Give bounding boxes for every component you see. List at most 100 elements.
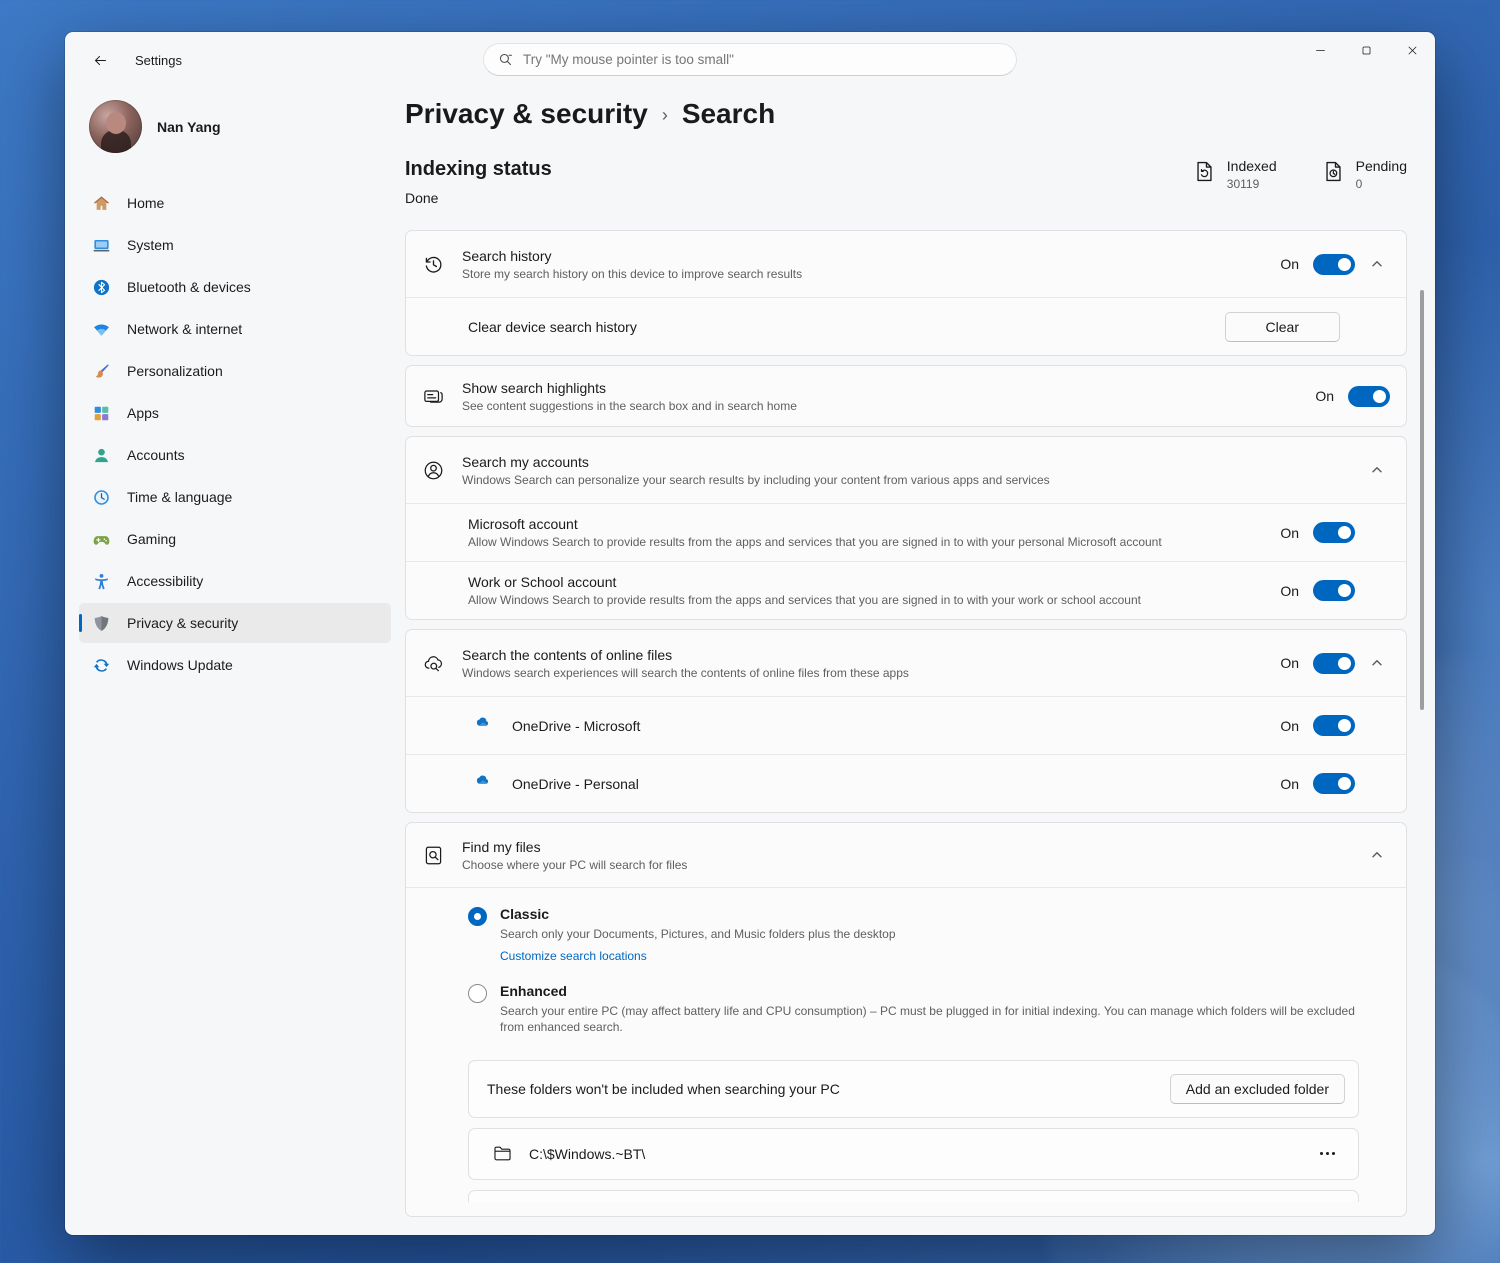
search-history-card: Search history Store my search history o…: [405, 230, 1407, 356]
excluded-folder-row: C:\$Windows.~BT\: [468, 1127, 1359, 1180]
online-files-row[interactable]: Search the contents of online files Wind…: [406, 630, 1406, 696]
microsoft-account-row: Microsoft account Allow Windows Search t…: [406, 503, 1406, 561]
search-highlights-row: Show search highlights See content sugge…: [406, 366, 1406, 426]
chevron-up-icon: [1371, 657, 1383, 669]
search-accounts-collapse-button[interactable]: [1364, 457, 1390, 483]
window-controls: [1297, 32, 1435, 68]
enhanced-radio[interactable]: [468, 984, 487, 1004]
settings-search-input[interactable]: [523, 52, 1003, 67]
close-icon: [1406, 44, 1419, 57]
home-icon: [92, 194, 111, 213]
clear-history-row: Clear device search history Clear: [406, 297, 1406, 355]
maximize-icon: [1360, 44, 1373, 57]
settings-window: Settings Nan Yang Home: [65, 32, 1435, 1235]
find-my-files-card: Find my files Choose where your PC will …: [405, 822, 1407, 1217]
bluetooth-icon: [92, 278, 111, 297]
windows-update-icon: [92, 656, 111, 675]
sidebar-item-time-language[interactable]: Time & language: [79, 477, 391, 517]
onedrive-personal-row: OneDrive - Personal On: [406, 754, 1406, 812]
sidebar-item-accounts[interactable]: Accounts: [79, 435, 391, 475]
sidebar-nav: Home System Bluetooth & devices Network …: [65, 183, 405, 685]
search-highlights-toggle[interactable]: [1348, 385, 1390, 407]
search-my-accounts-card: Search my accounts Windows Search can pe…: [405, 436, 1407, 620]
find-my-files-row[interactable]: Find my files Choose where your PC will …: [406, 823, 1406, 887]
online-files-collapse-button[interactable]: [1364, 650, 1390, 676]
minimize-icon: [1314, 44, 1327, 57]
breadcrumb-parent[interactable]: Privacy & security: [405, 98, 648, 130]
classic-option[interactable]: Classic Search only your Documents, Pict…: [468, 906, 1390, 965]
customize-search-locations-link[interactable]: Customize search locations: [500, 949, 647, 963]
breadcrumb: Privacy & security › Search: [405, 98, 1407, 130]
chevron-up-icon: [1371, 464, 1383, 476]
classic-radio[interactable]: [468, 907, 487, 926]
indexing-status-title: Indexing status: [405, 158, 552, 180]
search-history-icon: [422, 253, 445, 276]
search-history-row[interactable]: Search history Store my search history o…: [406, 231, 1406, 297]
scrollbar[interactable]: [1420, 290, 1424, 710]
sidebar-item-system[interactable]: System: [79, 225, 391, 265]
user-account[interactable]: Nan Yang: [89, 100, 405, 153]
onedrive-icon: [470, 775, 493, 792]
find-files-icon: [422, 844, 445, 867]
add-excluded-folder-button[interactable]: Add an excluded folder: [1169, 1073, 1345, 1104]
indexed-document-icon: [1192, 159, 1217, 184]
content-area: Privacy & security › Search Indexing sta…: [405, 88, 1435, 1235]
gaming-icon: [92, 530, 111, 549]
find-files-body: Classic Search only your Documents, Pict…: [406, 887, 1406, 1216]
back-button[interactable]: [83, 45, 117, 75]
settings-search-box[interactable]: [483, 43, 1017, 76]
online-files-toggle[interactable]: [1313, 652, 1355, 674]
cloud-search-icon: [422, 652, 445, 675]
pending-count: Pending 0: [1321, 158, 1407, 191]
user-avatar: [89, 100, 142, 153]
maximize-button[interactable]: [1343, 32, 1389, 68]
sidebar-item-windows-update[interactable]: Windows Update: [79, 645, 391, 685]
search-my-accounts-row[interactable]: Search my accounts Windows Search can pe…: [406, 437, 1406, 503]
search-highlights-card: Show search highlights See content sugge…: [405, 365, 1407, 427]
microsoft-account-toggle[interactable]: [1313, 522, 1355, 543]
sidebar-item-privacy-security[interactable]: Privacy & security: [79, 603, 391, 643]
minimize-button[interactable]: [1297, 32, 1343, 68]
find-files-collapse-button[interactable]: [1364, 842, 1390, 868]
toggle-state-label: On: [1280, 582, 1299, 599]
indexing-status-bar: Indexing status Done Indexed 30119 Pendi…: [405, 158, 1407, 206]
back-arrow-icon: [93, 53, 108, 68]
window-title: Settings: [135, 52, 182, 68]
toggle-state-label: On: [1280, 717, 1299, 734]
sidebar-item-home[interactable]: Home: [79, 183, 391, 223]
pending-document-icon: [1321, 159, 1346, 184]
onedrive-microsoft-row: OneDrive - Microsoft On: [406, 696, 1406, 754]
toggle-state-label: On: [1280, 775, 1299, 792]
onedrive-microsoft-toggle[interactable]: [1313, 715, 1355, 736]
folder-more-options-button[interactable]: [1312, 1143, 1342, 1165]
user-name: Nan Yang: [157, 118, 221, 135]
search-accounts-icon: [422, 459, 445, 482]
toggle-state-label: On: [1280, 524, 1299, 541]
sidebar-item-accessibility[interactable]: Accessibility: [79, 561, 391, 601]
close-button[interactable]: [1389, 32, 1435, 68]
search-history-collapse-button[interactable]: [1364, 251, 1390, 277]
onedrive-personal-toggle[interactable]: [1313, 773, 1355, 794]
page-title: Search: [681, 98, 776, 129]
sidebar-item-network-internet[interactable]: Network & internet: [79, 309, 391, 349]
sidebar-item-apps[interactable]: Apps: [79, 393, 391, 433]
sidebar-item-personalization[interactable]: Personalization: [79, 351, 391, 391]
toggle-state-label: On: [1315, 388, 1334, 404]
chevron-up-icon: [1371, 258, 1383, 270]
folder-icon: [492, 1143, 513, 1164]
accounts-icon: [92, 446, 111, 465]
work-school-account-toggle[interactable]: [1313, 580, 1355, 601]
work-school-account-row: Work or School account Allow Windows Sea…: [406, 561, 1406, 619]
excluded-folder-row-partial: [468, 1189, 1359, 1202]
search-history-toggle[interactable]: [1313, 253, 1355, 275]
onedrive-icon: [470, 717, 493, 734]
search-icon: [497, 51, 514, 68]
sidebar-item-bluetooth-devices[interactable]: Bluetooth & devices: [79, 267, 391, 307]
enhanced-option[interactable]: Enhanced Search your entire PC (may affe…: [468, 983, 1390, 1035]
sidebar-item-gaming[interactable]: Gaming: [79, 519, 391, 559]
clear-history-button[interactable]: Clear: [1224, 311, 1340, 342]
sidebar: Nan Yang Home System Bluetooth & devices: [65, 88, 405, 1235]
accessibility-icon: [92, 572, 111, 591]
titlebar: Settings: [65, 32, 1435, 88]
personalization-icon: [92, 362, 111, 381]
